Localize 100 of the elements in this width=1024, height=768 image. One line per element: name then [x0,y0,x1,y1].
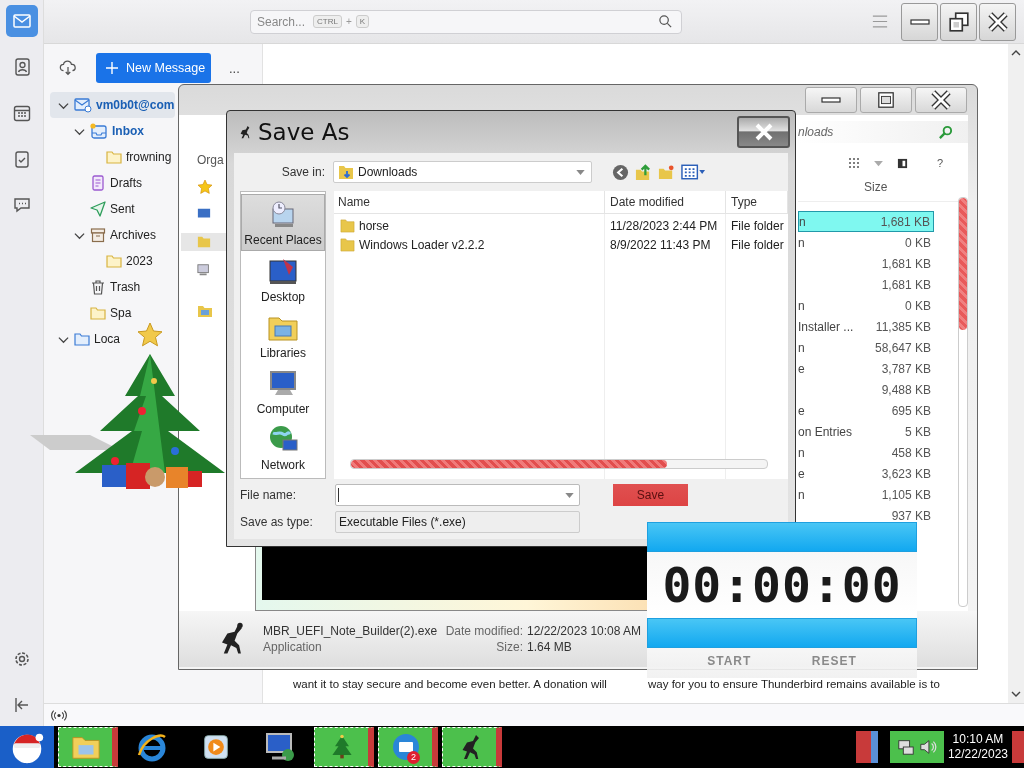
field-label: File name: [240,488,298,502]
folder-icon [74,331,90,347]
file-size-text: 3,787 KB [881,361,931,376]
explorer-taskbar-button[interactable] [58,727,118,767]
close-button[interactable] [915,87,967,113]
clock-date: 12/22/2023 [947,747,1008,762]
folder-item[interactable]: Sent [50,196,136,222]
organize-menu[interactable]: Orga [197,153,224,167]
dancer-taskbar-button[interactable] [442,727,502,767]
folder-item[interactable]: frowning [50,144,173,170]
folder-icon [340,218,355,233]
view-menu-icon[interactable] [681,164,706,180]
maximize-button[interactable] [860,87,912,113]
file-row[interactable]: Installer ... 11,385 KB [798,316,934,337]
field-label: Save as type: [240,515,314,529]
clock-time: 10:10 AM [952,732,1004,747]
file-row[interactable]: 1,681 KB [798,253,934,274]
plus-icon [106,62,118,74]
field-label: Date modified: [445,624,523,638]
search-bar[interactable]: nloads [798,121,968,143]
column-header[interactable]: Type [726,191,788,213]
network-icon[interactable] [896,738,915,756]
mail-space-button[interactable] [5,5,38,37]
file-type-text: Application [263,640,323,654]
start-button[interactable] [0,726,54,768]
folder-item[interactable]: vm0b0t@com [50,92,176,118]
file-name-cell[interactable]: horse [334,218,605,233]
column-header[interactable]: Name [334,191,605,213]
file-row[interactable]: 1,681 KB [798,274,934,295]
mail-taskbar-button[interactable]: 2 [378,727,438,767]
volume-icon[interactable] [918,738,937,756]
folder-item[interactable]: Loca [50,326,122,352]
place-item[interactable]: Recent Places [241,194,325,251]
file-row[interactable]: n 1,681 KB [798,211,934,232]
more-button[interactable]: ... [229,60,240,76]
computer-icon [197,263,211,277]
preview-pane-icon[interactable] [897,157,908,169]
up-folder-icon[interactable] [635,163,652,181]
cloud-download-icon[interactable] [59,59,77,77]
column-header[interactable]: Size [864,180,888,194]
minimize-button[interactable] [901,2,938,41]
place-item[interactable]: Desktop [241,252,325,307]
place-item[interactable]: Computer [241,364,325,419]
save-in-dropdown[interactable]: Downloads [333,161,592,183]
file-name-cell[interactable]: Windows Loader v2.2.2 [334,237,605,252]
minimize-button[interactable] [805,87,857,113]
restore-button[interactable] [940,2,977,41]
file-size-text: 695 KB [891,403,931,418]
file-row[interactable]: n 458 KB [798,442,934,463]
file-row[interactable]: n 1,105 KB [798,484,934,505]
help-button[interactable]: ? [937,157,944,169]
file-row[interactable]: e 3,787 KB [798,358,934,379]
folder-item[interactable]: Archives [50,222,157,248]
file-row[interactable]: e 695 KB [798,400,934,421]
timer-display: 00:00:00 [661,556,903,615]
envelope-icon [11,11,32,31]
folder-item[interactable]: Inbox [50,118,145,144]
tray-icon[interactable] [855,731,878,763]
search-input[interactable]: nloads [798,125,938,139]
search-input[interactable]: Search... [257,14,309,29]
close-button[interactable] [737,116,790,148]
search-bar[interactable]: Search... CTRL + K [250,9,682,34]
tree-taskbar-button[interactable] [314,727,374,767]
clock[interactable]: 10:10 AM 12/22/2023 [943,732,1012,762]
scroll-thumb[interactable] [959,198,967,330]
file-size-text: 1,681 KB [881,256,931,271]
scrollbar[interactable] [958,197,968,607]
back-icon[interactable] [612,163,629,181]
search-icon [938,124,953,140]
file-row[interactable]: n 0 KB [798,232,934,253]
folder-item[interactable]: Trash [50,274,142,300]
inbox-icon [90,123,108,139]
archive-box-icon [90,227,106,243]
column-header[interactable]: Date modified [605,191,726,213]
save-type-dropdown[interactable]: Executable Files (*.exe) [335,511,580,533]
file-row[interactable]: on Entries 5 KB [798,421,934,442]
file-row[interactable]: n 0 KB [798,295,934,316]
folder-item[interactable]: Drafts [50,170,143,196]
view-icon[interactable] [848,157,860,169]
file-row[interactable]: 9,488 KB [798,379,934,400]
folder-item[interactable]: Spa [50,300,133,326]
new-message-button[interactable]: New Message [96,53,211,83]
place-item[interactable]: Libraries [241,308,325,363]
file-row[interactable]: 937 KB [798,505,934,526]
activity-icon[interactable] [50,708,68,722]
file-type-text: n [798,445,805,460]
folder-item[interactable]: 2023 [50,248,154,274]
scroll-down-icon[interactable] [1011,691,1021,697]
close-button[interactable] [979,2,1016,41]
folder-icon [340,237,355,252]
minimize-icon [909,18,930,25]
scrollbar[interactable] [1008,44,1024,703]
field-value: 1.64 MB [527,640,573,654]
monitor-icon [197,207,211,221]
new-folder-icon[interactable] [658,163,675,181]
file-row[interactable]: n 58,647 KB [798,337,934,358]
scroll-up-icon[interactable] [1011,50,1021,56]
file-row[interactable]: e 3,623 KB [798,463,934,484]
place-item[interactable]: Network [241,420,325,475]
caret-icon [576,169,585,175]
